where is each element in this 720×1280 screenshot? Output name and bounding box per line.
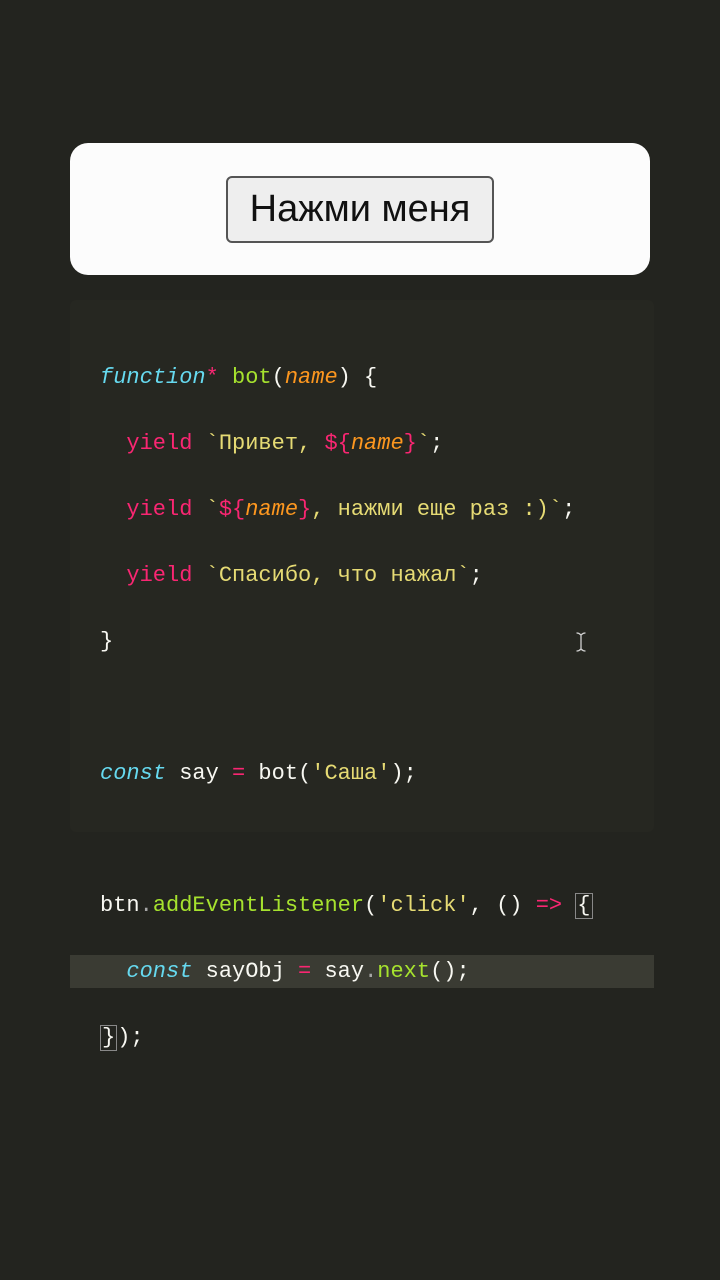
code-block: function* bot(name) { yield `Привет, ${n…	[70, 328, 654, 1153]
code-editor[interactable]: function* bot(name) { yield `Привет, ${n…	[70, 300, 654, 832]
kw-function: function	[100, 365, 206, 390]
matching-brace-close: }	[100, 1025, 117, 1051]
matching-brace-open: {	[575, 893, 592, 919]
press-me-button[interactable]: Нажми меня	[226, 176, 495, 243]
demo-card: Нажми меня	[70, 143, 650, 275]
active-line: const sayObj = say.next();	[70, 955, 654, 988]
